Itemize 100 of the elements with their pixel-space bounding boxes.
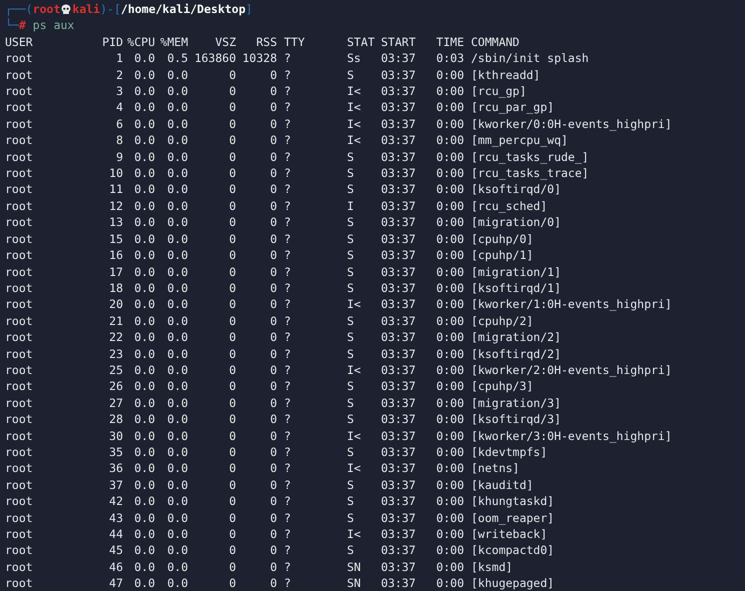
- table-cell: 4: [116, 99, 123, 116]
- column-header: PID: [102, 34, 123, 50]
- table-cell: 03:37: [381, 247, 416, 264]
- table-cell: I<: [347, 132, 361, 149]
- table-cell: 0.0: [134, 165, 155, 182]
- table-cell: 03:37: [381, 132, 416, 149]
- table-cell: 10: [109, 165, 123, 182]
- table-cell-text: ?: [283, 510, 291, 526]
- table-cell: 0.0: [167, 575, 188, 591]
- table-cell: 0: [229, 165, 236, 182]
- table-cell-text: [cpuhp/2]: [470, 312, 534, 330]
- table-cell: 0: [270, 214, 277, 231]
- table-cell: 0.0: [167, 66, 188, 84]
- column-header: START: [381, 34, 416, 50]
- skull-icon: [61, 4, 72, 15]
- table-cell: 0: [229, 296, 236, 313]
- table-cell: 15: [109, 230, 123, 248]
- prompt-bracket: ]: [246, 1, 252, 18]
- table-cell: root: [5, 558, 33, 576]
- table-cell: 11: [109, 181, 123, 198]
- table-cell: 0.0: [167, 428, 188, 444]
- table-cell: 17: [109, 264, 123, 280]
- table-cell: 0.0: [167, 558, 188, 576]
- command-text: ps aux: [32, 17, 74, 34]
- table-cell: root: [5, 116, 33, 132]
- table-cell: 0.0: [134, 66, 155, 84]
- table-cell-text: ?: [283, 346, 291, 362]
- table-cell: 0.0: [134, 214, 155, 231]
- prompt-user: root: [32, 1, 60, 18]
- table-cell-text: ?: [283, 214, 291, 231]
- table-cell: 03:37: [381, 230, 416, 248]
- table-cell: 0: [229, 394, 236, 412]
- table-cell: 0:00: [436, 428, 464, 444]
- table-cell: 0: [229, 558, 236, 576]
- column-header: TTY: [283, 34, 305, 50]
- table-cell: 0: [270, 181, 277, 198]
- table-cell-text: [ksoftirqd/3]: [470, 411, 562, 428]
- table-cell: I<: [347, 99, 361, 116]
- table-cell: 0:00: [436, 247, 464, 264]
- table-cell: 18: [109, 280, 123, 296]
- table-cell: 0:00: [436, 66, 464, 84]
- table-cell: 0: [229, 214, 236, 231]
- table-cell: 6: [116, 116, 123, 132]
- table-cell-text: ?: [283, 116, 291, 132]
- table-cell: 0.0: [134, 148, 155, 166]
- table-cell: root: [5, 329, 33, 346]
- table-cell-text: ?: [283, 148, 291, 166]
- table-cell: 0:00: [436, 148, 464, 166]
- table-cell: 0: [229, 132, 236, 149]
- table-cell-text: ?: [283, 493, 291, 510]
- table-cell: 03:37: [381, 198, 416, 214]
- table-cell: 0: [270, 165, 277, 182]
- table-cell: 0.0: [134, 181, 155, 198]
- prompt-symbol: #: [18, 17, 26, 34]
- table-cell: 0: [270, 280, 277, 296]
- table-cell: 0:00: [436, 526, 464, 542]
- table-cell: root: [5, 575, 33, 591]
- table-cell: 0: [270, 83, 277, 100]
- table-cell: 0.0: [134, 428, 155, 444]
- table-cell-text: [khugepaged]: [470, 575, 554, 591]
- table-cell: 0: [229, 280, 236, 296]
- table-cell: 0: [229, 83, 236, 100]
- table-cell: 0:00: [436, 230, 464, 248]
- table-cell: I<: [347, 116, 361, 132]
- table-cell: 0.0: [134, 394, 155, 412]
- table-cell: 0:00: [436, 493, 464, 510]
- table-cell: 0: [270, 198, 277, 214]
- table-cell: 44: [109, 526, 123, 542]
- table-cell: S: [347, 444, 354, 460]
- prompt-separator: )-[: [100, 1, 121, 18]
- table-cell: 13: [109, 214, 123, 231]
- table-cell: S: [347, 280, 354, 296]
- table-cell: root: [5, 230, 33, 248]
- table-cell: 0:00: [436, 411, 464, 428]
- table-cell: 0.0: [167, 165, 188, 182]
- table-cell: 0: [270, 148, 277, 166]
- table-cell: 0: [229, 99, 236, 116]
- table-cell-text: [rcu_sched]: [470, 198, 548, 214]
- column-header: COMMAND: [470, 34, 520, 50]
- table-cell: 03:37: [381, 50, 416, 67]
- table-cell: root: [5, 378, 33, 395]
- table-cell: root: [5, 428, 33, 444]
- table-cell: 0: [270, 362, 277, 378]
- table-cell: 0: [270, 66, 277, 84]
- table-cell: root: [5, 444, 33, 460]
- table-cell: 0.0: [167, 280, 188, 296]
- table-cell: 0: [229, 116, 236, 132]
- table-cell: root: [5, 66, 33, 84]
- table-cell-text: [kworker/1:0H-events_highpri]: [470, 296, 672, 313]
- table-cell: root: [5, 526, 33, 542]
- table-cell-text: [rcu_tasks_rude_]: [470, 148, 589, 166]
- table-cell: I<: [347, 428, 361, 444]
- table-cell: 16: [109, 247, 123, 264]
- table-cell: Ss: [347, 50, 361, 67]
- table-cell: 0:00: [436, 329, 464, 346]
- table-cell: 03:37: [381, 460, 416, 477]
- table-cell: 0.0: [167, 247, 188, 264]
- table-cell: 0:00: [436, 476, 464, 494]
- table-cell: root: [5, 312, 33, 330]
- table-cell: 0: [270, 132, 277, 149]
